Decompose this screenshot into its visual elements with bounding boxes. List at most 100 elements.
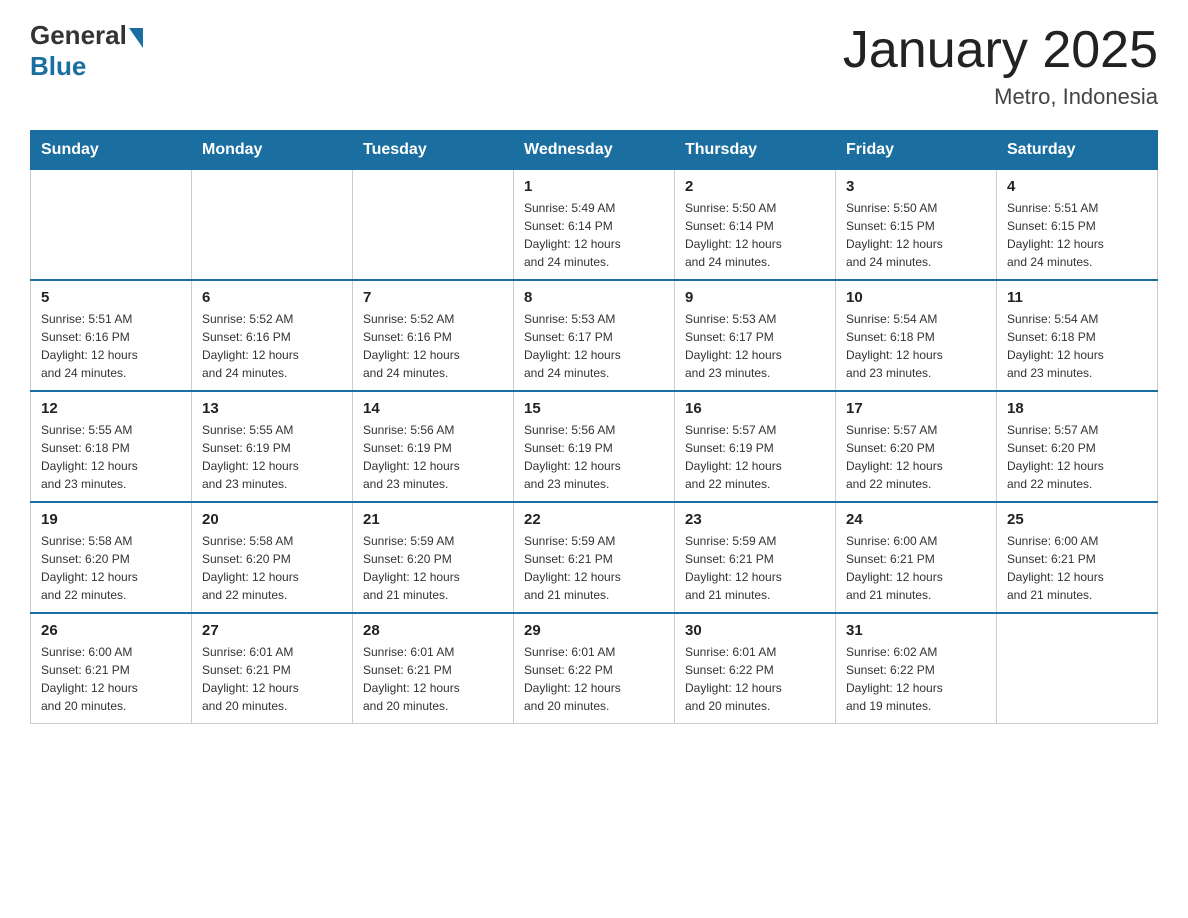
day-number: 24 (846, 511, 986, 528)
header-day-friday: Friday (836, 131, 997, 170)
day-number: 2 (685, 178, 825, 195)
calendar-cell: 8Sunrise: 5:53 AM Sunset: 6:17 PM Daylig… (514, 280, 675, 391)
calendar-cell: 3 Sunrise: 5:50 AM Sunset: 6:15 PM Daylig… (836, 170, 997, 281)
day-number: 25 (1007, 511, 1147, 528)
title-block: January 2025 Metro, Indonesia (843, 20, 1158, 110)
calendar-cell: 27 Sunrise: 6:01 AM Sunset: 6:21 PM Dayli… (192, 613, 353, 724)
day-info: Sunrise: 5:59 AM Sunset: 6:20 PM Dayligh… (363, 532, 503, 604)
calendar-cell: 21Sunrise: 5:59 AM Sunset: 6:20 PM Dayli… (353, 502, 514, 613)
calendar-week-row: 5Sunrise: 5:51 AM Sunset: 6:16 PM Daylig… (31, 280, 1158, 391)
day-info: Sunrise: 5:58 AM Sunset: 6:20 PM Dayligh… (41, 532, 181, 604)
day-info: Sunrise: 5:59 AM Sunset: 6:21 PM Dayligh… (524, 532, 664, 604)
day-info: Sunrise: 5:57 AM Sunset: 6:20 PM Dayligh… (846, 421, 986, 493)
day-info: Sunrise: 6:01 AM Sunset: 6:21 PM Dayligh… (363, 643, 503, 715)
calendar-cell: 19 Sunrise: 5:58 AM Sunset: 6:20 PM Dayli… (31, 502, 192, 613)
calendar-cell (192, 170, 353, 281)
day-info: Sunrise: 5:53 AM Sunset: 6:17 PM Dayligh… (685, 310, 825, 382)
day-info: Sunrise: 6:01 AM Sunset: 6:21 PM Dayligh… (202, 643, 342, 715)
day-number: 26 (41, 622, 181, 639)
calendar-cell: 29 Sunrise: 6:01 AM Sunset: 6:22 PM Dayli… (514, 613, 675, 724)
day-info: Sunrise: 5:49 AM Sunset: 6:14 PM Dayligh… (524, 199, 664, 271)
calendar-location: Metro, Indonesia (843, 84, 1158, 110)
day-number: 13 (202, 400, 342, 417)
day-info: Sunrise: 5:58 AM Sunset: 6:20 PM Dayligh… (202, 532, 342, 604)
day-info: Sunrise: 5:57 AM Sunset: 6:20 PM Dayligh… (1007, 421, 1147, 493)
header-day-wednesday: Wednesday (514, 131, 675, 170)
day-number: 30 (685, 622, 825, 639)
calendar-cell: 12 Sunrise: 5:55 AM Sunset: 6:18 PM Dayli… (31, 391, 192, 502)
calendar-cell: 22 Sunrise: 5:59 AM Sunset: 6:21 PM Dayli… (514, 502, 675, 613)
calendar-cell: 30 Sunrise: 6:01 AM Sunset: 6:22 PM Dayli… (675, 613, 836, 724)
day-number: 10 (846, 289, 986, 306)
day-number: 27 (202, 622, 342, 639)
day-info: Sunrise: 5:56 AM Sunset: 6:19 PM Dayligh… (363, 421, 503, 493)
header-day-saturday: Saturday (997, 131, 1158, 170)
day-info: Sunrise: 5:50 AM Sunset: 6:14 PM Dayligh… (685, 199, 825, 271)
calendar-cell: 11Sunrise: 5:54 AM Sunset: 6:18 PM Dayli… (997, 280, 1158, 391)
day-info: Sunrise: 6:01 AM Sunset: 6:22 PM Dayligh… (524, 643, 664, 715)
header-day-monday: Monday (192, 131, 353, 170)
calendar-cell: 9 Sunrise: 5:53 AM Sunset: 6:17 PM Daylig… (675, 280, 836, 391)
logo-general-text: General (30, 20, 127, 51)
day-number: 3 (846, 178, 986, 195)
day-number: 19 (41, 511, 181, 528)
calendar-cell: 2 Sunrise: 5:50 AM Sunset: 6:14 PM Daylig… (675, 170, 836, 281)
day-info: Sunrise: 5:56 AM Sunset: 6:19 PM Dayligh… (524, 421, 664, 493)
calendar-cell: 14 Sunrise: 5:56 AM Sunset: 6:19 PM Dayli… (353, 391, 514, 502)
calendar-cell: 17 Sunrise: 5:57 AM Sunset: 6:20 PM Dayli… (836, 391, 997, 502)
day-number: 17 (846, 400, 986, 417)
day-number: 31 (846, 622, 986, 639)
day-info: Sunrise: 5:50 AM Sunset: 6:15 PM Dayligh… (846, 199, 986, 271)
day-info: Sunrise: 6:02 AM Sunset: 6:22 PM Dayligh… (846, 643, 986, 715)
calendar-week-row: 26 Sunrise: 6:00 AM Sunset: 6:21 PM Dayli… (31, 613, 1158, 724)
calendar-cell: 13 Sunrise: 5:55 AM Sunset: 6:19 PM Dayli… (192, 391, 353, 502)
calendar-cell: 28Sunrise: 6:01 AM Sunset: 6:21 PM Dayli… (353, 613, 514, 724)
calendar-cell: 25 Sunrise: 6:00 AM Sunset: 6:21 PM Dayli… (997, 502, 1158, 613)
day-number: 9 (685, 289, 825, 306)
page-header: General Blue January 2025 Metro, Indones… (30, 20, 1158, 110)
day-info: Sunrise: 5:52 AM Sunset: 6:16 PM Dayligh… (363, 310, 503, 382)
calendar-cell: 24 Sunrise: 6:00 AM Sunset: 6:21 PM Dayli… (836, 502, 997, 613)
day-info: Sunrise: 6:00 AM Sunset: 6:21 PM Dayligh… (41, 643, 181, 715)
day-info: Sunrise: 6:00 AM Sunset: 6:21 PM Dayligh… (846, 532, 986, 604)
day-info: Sunrise: 5:52 AM Sunset: 6:16 PM Dayligh… (202, 310, 342, 382)
calendar-header-row: SundayMondayTuesdayWednesdayThursdayFrid… (31, 131, 1158, 170)
day-number: 18 (1007, 400, 1147, 417)
day-info: Sunrise: 5:51 AM Sunset: 6:15 PM Dayligh… (1007, 199, 1147, 271)
day-info: Sunrise: 5:55 AM Sunset: 6:19 PM Dayligh… (202, 421, 342, 493)
calendar-week-row: 1 Sunrise: 5:49 AM Sunset: 6:14 PM Daylig… (31, 170, 1158, 281)
day-number: 14 (363, 400, 503, 417)
calendar-cell (353, 170, 514, 281)
calendar-cell: 31 Sunrise: 6:02 AM Sunset: 6:22 PM Dayli… (836, 613, 997, 724)
calendar-title: January 2025 (843, 20, 1158, 80)
day-info: Sunrise: 6:00 AM Sunset: 6:21 PM Dayligh… (1007, 532, 1147, 604)
day-number: 4 (1007, 178, 1147, 195)
calendar-cell: 15 Sunrise: 5:56 AM Sunset: 6:19 PM Dayli… (514, 391, 675, 502)
calendar-cell: 5Sunrise: 5:51 AM Sunset: 6:16 PM Daylig… (31, 280, 192, 391)
day-number: 8 (524, 289, 664, 306)
calendar-cell: 7Sunrise: 5:52 AM Sunset: 6:16 PM Daylig… (353, 280, 514, 391)
day-number: 12 (41, 400, 181, 417)
day-info: Sunrise: 5:57 AM Sunset: 6:19 PM Dayligh… (685, 421, 825, 493)
day-info: Sunrise: 5:51 AM Sunset: 6:16 PM Dayligh… (41, 310, 181, 382)
logo-blue-text: Blue (30, 51, 86, 82)
day-number: 1 (524, 178, 664, 195)
calendar-cell: 10Sunrise: 5:54 AM Sunset: 6:18 PM Dayli… (836, 280, 997, 391)
day-info: Sunrise: 5:54 AM Sunset: 6:18 PM Dayligh… (1007, 310, 1147, 382)
day-number: 22 (524, 511, 664, 528)
day-info: Sunrise: 6:01 AM Sunset: 6:22 PM Dayligh… (685, 643, 825, 715)
day-number: 15 (524, 400, 664, 417)
calendar-cell: 20Sunrise: 5:58 AM Sunset: 6:20 PM Dayli… (192, 502, 353, 613)
day-number: 29 (524, 622, 664, 639)
day-number: 23 (685, 511, 825, 528)
calendar-cell: 6Sunrise: 5:52 AM Sunset: 6:16 PM Daylig… (192, 280, 353, 391)
calendar-cell: 26 Sunrise: 6:00 AM Sunset: 6:21 PM Dayli… (31, 613, 192, 724)
calendar-week-row: 12 Sunrise: 5:55 AM Sunset: 6:18 PM Dayli… (31, 391, 1158, 502)
calendar-cell: 23 Sunrise: 5:59 AM Sunset: 6:21 PM Dayli… (675, 502, 836, 613)
day-info: Sunrise: 5:55 AM Sunset: 6:18 PM Dayligh… (41, 421, 181, 493)
header-day-tuesday: Tuesday (353, 131, 514, 170)
calendar-cell: 1 Sunrise: 5:49 AM Sunset: 6:14 PM Daylig… (514, 170, 675, 281)
day-info: Sunrise: 5:59 AM Sunset: 6:21 PM Dayligh… (685, 532, 825, 604)
calendar-cell: 18 Sunrise: 5:57 AM Sunset: 6:20 PM Dayli… (997, 391, 1158, 502)
calendar-cell: 4 Sunrise: 5:51 AM Sunset: 6:15 PM Daylig… (997, 170, 1158, 281)
